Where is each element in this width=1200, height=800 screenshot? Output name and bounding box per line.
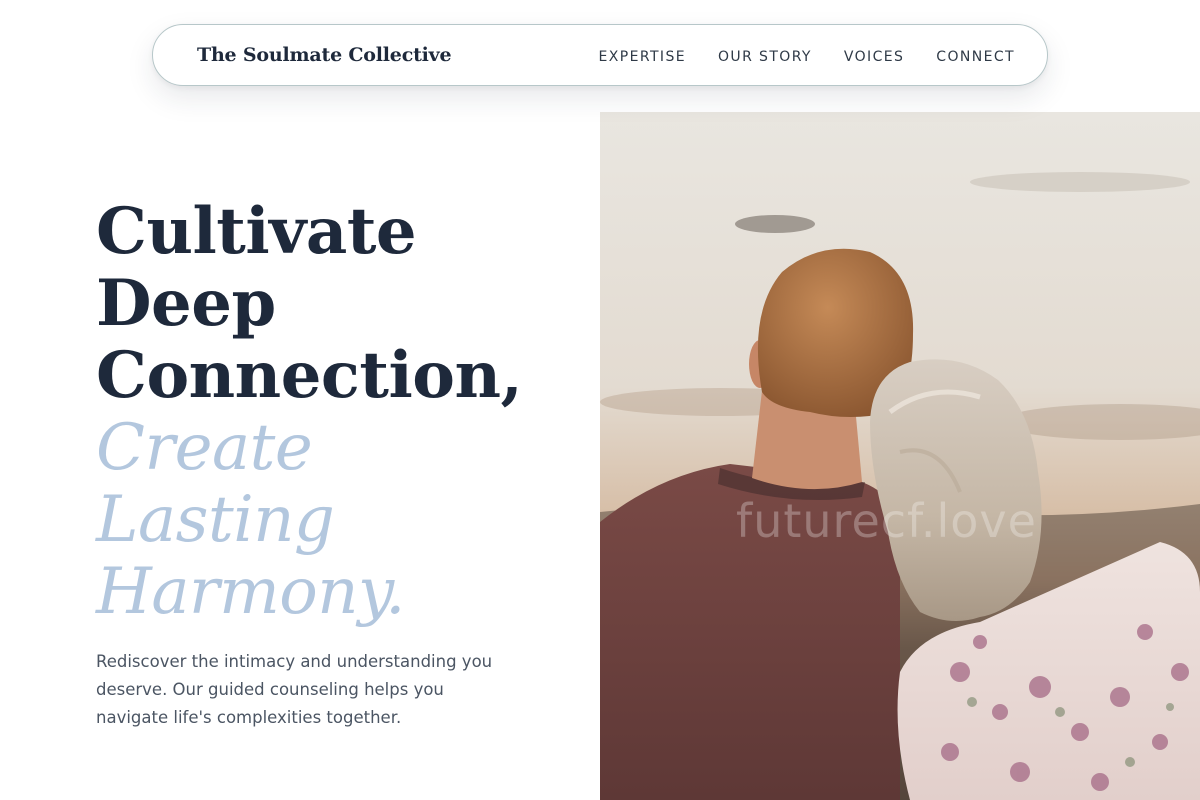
hero-headline: Cultivate Deep Connection, Create Lastin… (96, 194, 576, 629)
top-navigation: The Soulmate Collective EXPERTISE OUR ST… (152, 24, 1048, 86)
headline-line-1: Cultivate (96, 194, 417, 269)
headline-line-3: Connection, (96, 338, 523, 413)
couple-photo: futurecf.love (600, 112, 1200, 800)
headline-accent-line-1: Create (96, 411, 313, 485)
nav-links: EXPERTISE OUR STORY VOICES CONNECT (599, 46, 1015, 65)
brand-logo-text[interactable]: The Soulmate Collective (197, 44, 452, 66)
headline-accent-line-2: Lasting (96, 483, 335, 557)
nav-item-our-story: OUR STORY (718, 46, 812, 65)
nav-link-voices[interactable]: VOICES (844, 49, 904, 65)
couple-photo-illustration (600, 112, 1200, 800)
landing-page: The Soulmate Collective EXPERTISE OUR ST… (0, 0, 1200, 800)
nav-link-connect[interactable]: CONNECT (936, 49, 1015, 65)
nav-item-voices: VOICES (844, 46, 904, 65)
hero-text-block: Cultivate Deep Connection, Create Lastin… (96, 196, 576, 732)
headline-line-2: Deep (96, 266, 276, 341)
nav-link-our-story[interactable]: OUR STORY (718, 49, 812, 65)
hero-subtext: Rediscover the intimacy and understandin… (96, 652, 493, 727)
headline-accent-line-3: Harmony. (96, 555, 406, 629)
nav-item-expertise: EXPERTISE (599, 46, 686, 65)
nav-link-expertise[interactable]: EXPERTISE (599, 49, 686, 65)
nav-item-connect: CONNECT (936, 46, 1015, 65)
